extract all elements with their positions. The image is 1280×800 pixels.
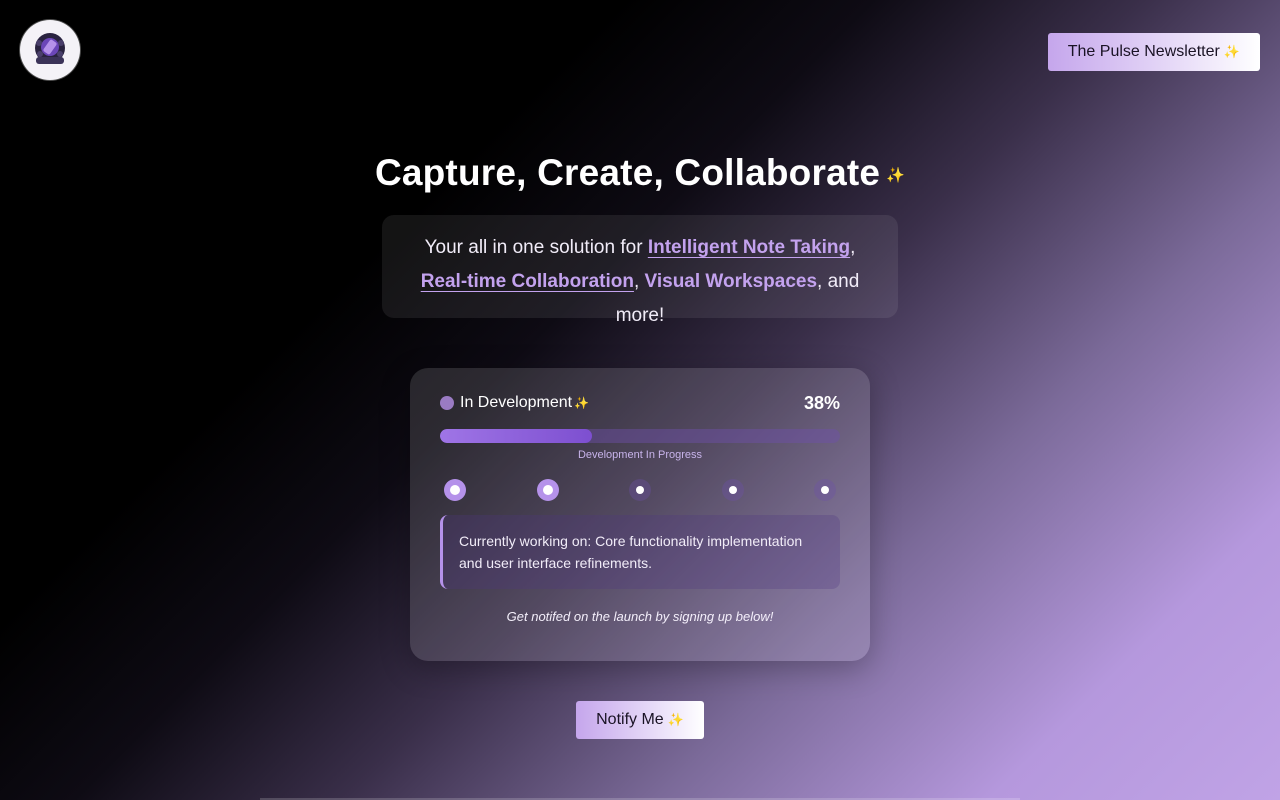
sparkle-icon: ✨ xyxy=(574,396,590,410)
sparkle-icon: ✨ xyxy=(886,167,906,185)
sparkle-icon: ✨ xyxy=(1223,44,1240,59)
progress-percent: 38% xyxy=(803,392,840,413)
tagline-separator: , xyxy=(850,237,856,258)
milestone-dot-icon xyxy=(542,485,553,495)
app-logo[interactable] xyxy=(20,20,80,80)
newsletter-button[interactable]: The Pulse Newsletter ✨ xyxy=(1047,33,1260,71)
milestone-dot-icon xyxy=(636,486,644,494)
tagline-box: Your all in one solution for Intelligent… xyxy=(382,215,898,326)
milestone-dot-icon xyxy=(821,486,829,494)
milestone-dot-icon xyxy=(728,486,737,494)
sparkle-icon: ✨ xyxy=(667,712,684,727)
feature-link-collaboration[interactable]: Real-time Collaboration xyxy=(421,271,634,292)
status-dot-icon xyxy=(440,396,454,410)
status-indicator: In Development ✨ xyxy=(440,394,589,412)
development-status-card: In Development ✨ 38% Development In Prog… xyxy=(410,368,870,661)
milestone-step-2 xyxy=(536,479,559,501)
feature-link-note-taking[interactable]: Intelligent Note Taking xyxy=(648,237,850,258)
status-label: In Development xyxy=(460,394,573,411)
current-work-note: Currently working on: Core functionality… xyxy=(440,515,840,589)
feature-visual-workspaces: Visual Workspaces xyxy=(644,271,818,292)
signup-note: Get notifed on the launch by signing up … xyxy=(506,609,774,624)
newsletter-button-label: The Pulse Newsletter xyxy=(1067,43,1220,60)
notify-me-button[interactable]: Notify Me ✨ xyxy=(576,701,704,739)
notify-me-label: Notify Me xyxy=(596,711,664,728)
logo-emblem-icon xyxy=(35,33,65,64)
progress-bar-fill xyxy=(440,429,592,443)
page-title-text: Capture, Create, Collaborate xyxy=(374,152,881,193)
progress-caption: Development In Progress xyxy=(577,449,703,461)
status-row: In Development ✨ 38% xyxy=(440,392,840,413)
tagline-separator: , xyxy=(633,271,645,292)
milestone-step-3 xyxy=(629,479,651,501)
milestone-step-5 xyxy=(814,479,836,501)
progress-bar xyxy=(440,429,840,443)
tagline-prefix: Your all in one solution for xyxy=(424,237,648,258)
milestone-step-4 xyxy=(721,479,744,501)
milestone-dot-icon xyxy=(450,485,460,495)
page-title: Capture, Create, Collaborate ✨ xyxy=(0,152,1280,194)
milestone-steps xyxy=(440,479,840,503)
milestone-step-1 xyxy=(444,479,466,501)
